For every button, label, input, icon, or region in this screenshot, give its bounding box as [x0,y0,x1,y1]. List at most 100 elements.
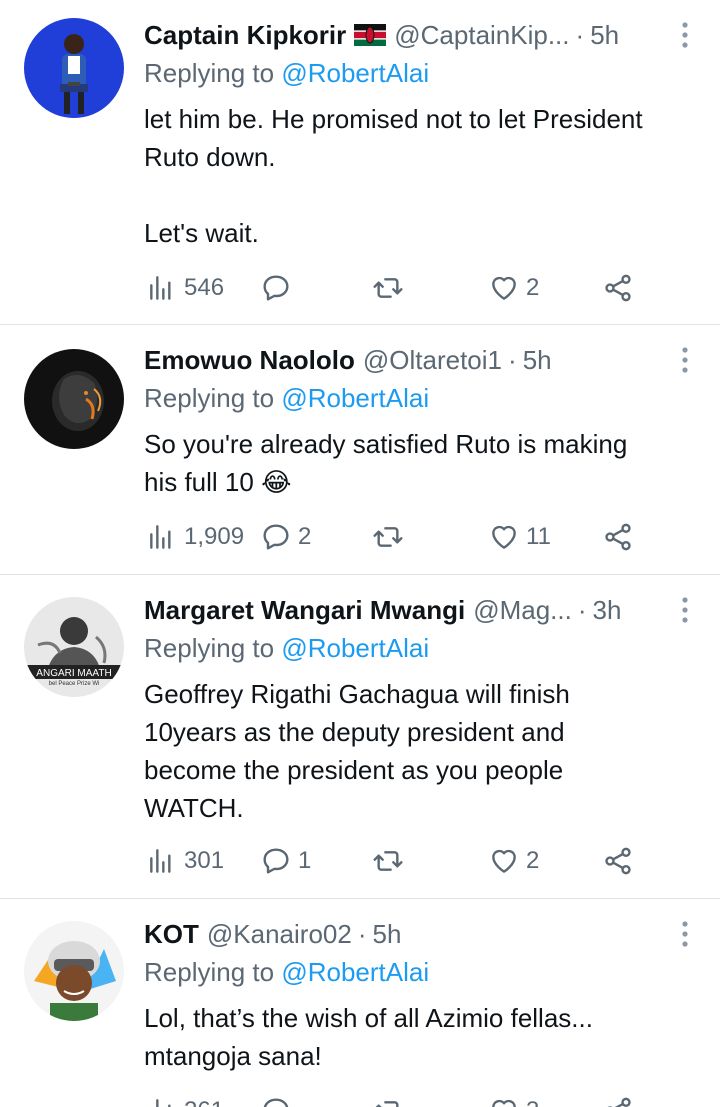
reply-icon [260,1095,292,1107]
reply-button[interactable] [260,268,298,308]
author-name[interactable]: Emowuo Naololo [144,345,355,376]
share-button[interactable] [602,268,634,308]
reply-button[interactable] [260,1091,298,1107]
author-handle[interactable]: @Kanairo02 [207,919,352,950]
replying-to: Replying to @RobertAlai [144,58,429,89]
avatar[interactable]: ANGARI MAATH bel Peace Prize Wi [24,597,124,697]
action-bar: 546 2 [146,268,646,308]
tweet-text: let him be. He promised not to let Presi… [144,104,643,248]
replying-to-label: Replying to [144,58,282,88]
kenya-flag-icon [354,24,387,46]
tweet-text: Geoffrey Rigathi Gachagua will finish 10… [144,679,570,823]
replying-to-label: Replying to [144,633,282,663]
views-icon [146,1095,178,1107]
replying-to-label: Replying to [144,383,282,413]
tweet[interactable]: KOT @Kanairo02 · 5h Replying to @RobertA… [0,899,720,1107]
tweet[interactable]: Emowuo Naololo @Oltaretoi1 · 5h Replying… [0,325,720,575]
author-name[interactable]: Margaret Wangari Mwangi [144,595,465,626]
heart-icon [488,521,520,553]
like-count: 11 [526,523,551,550]
share-button[interactable] [602,841,634,881]
views-icon [146,845,178,877]
views-button[interactable]: 1,909 [146,517,244,557]
avatar[interactable] [24,349,124,449]
views-count: 1,909 [184,523,245,550]
more-options-icon[interactable] [680,20,690,50]
retweet-icon [372,845,404,877]
separator-dot: · [357,918,367,949]
author-handle[interactable]: @Mag... [473,595,572,626]
tweet[interactable]: ANGARI MAATH bel Peace Prize Wi Margaret… [0,575,720,899]
tweet-time[interactable]: 3h [593,595,622,626]
separator-dot: · [577,594,587,625]
avatar-subcaption: bel Peace Prize Wi [49,681,100,687]
share-button[interactable] [602,1091,634,1107]
views-icon [146,272,178,304]
replying-to: Replying to @RobertAlai [144,383,429,414]
like-button[interactable]: 3 [488,1091,539,1107]
reply-count: 2 [298,523,312,550]
retweet-icon [372,1095,404,1107]
action-bar: 1,909 2 11 [146,517,646,557]
author-handle[interactable]: @Oltaretoi1 [363,345,502,376]
author-name[interactable]: Captain Kipkorir [144,20,346,51]
separator-dot: · [575,19,585,50]
like-count: 2 [526,274,540,301]
tweet-time[interactable]: 5h [590,20,619,51]
mention-link[interactable]: @RobertAlai [281,58,429,88]
like-button[interactable]: 2 [488,268,539,308]
share-button[interactable] [602,517,634,557]
avatar[interactable] [24,18,124,118]
reply-button[interactable]: 1 [260,841,311,881]
tweet[interactable]: Captain Kipkorir @CaptainKip... · 5h Rep… [0,0,720,325]
like-button[interactable]: 2 [488,841,539,881]
author-handle[interactable]: @CaptainKip... [394,20,569,51]
like-count: 2 [526,847,540,874]
reply-icon [260,272,292,304]
retweet-button[interactable] [372,268,410,308]
share-icon [602,272,634,304]
share-icon [602,521,634,553]
avatar[interactable] [24,921,124,1021]
mention-link[interactable]: @RobertAlai [281,633,429,663]
replying-to: Replying to @RobertAlai [144,957,429,988]
action-bar: 301 1 2 [146,841,646,881]
more-options-icon[interactable] [680,345,690,375]
heart-icon [488,1095,520,1107]
author-name[interactable]: KOT [144,919,199,950]
replying-to-label: Replying to [144,957,282,987]
mention-link[interactable]: @RobertAlai [281,957,429,987]
like-button[interactable]: 11 [488,517,551,557]
mention-link[interactable]: @RobertAlai [281,383,429,413]
heart-icon [488,272,520,304]
action-bar: 261 3 [146,1091,646,1107]
views-button[interactable]: 546 [146,268,224,308]
retweet-button[interactable] [372,841,410,881]
like-count: 3 [526,1097,539,1107]
retweet-button[interactable] [372,1091,410,1107]
reply-icon [260,845,292,877]
views-count: 546 [184,274,225,301]
more-options-icon[interactable] [680,595,690,625]
views-count: 301 [184,847,225,874]
heart-icon [488,845,520,877]
replying-to: Replying to @RobertAlai [144,633,429,664]
more-options-icon[interactable] [680,919,690,949]
reply-button[interactable]: 2 [260,517,311,557]
reply-count: 1 [298,847,312,874]
tweet-time[interactable]: 5h [373,919,402,950]
avatar-caption: ANGARI MAATH [36,668,111,679]
separator-dot: · [508,344,517,375]
views-count: 261 [184,1097,224,1107]
share-icon [602,845,634,877]
views-button[interactable]: 261 [146,1091,224,1107]
views-icon [146,521,178,553]
views-button[interactable]: 301 [146,841,224,881]
tweet-text: So you're already satisfied Ruto is maki… [144,429,628,497]
retweet-icon [372,272,404,304]
tweet-time[interactable]: 5h [523,345,552,376]
retweet-icon [372,521,404,553]
retweet-button[interactable] [372,517,410,557]
reply-icon [260,521,292,553]
share-icon [602,1095,634,1107]
